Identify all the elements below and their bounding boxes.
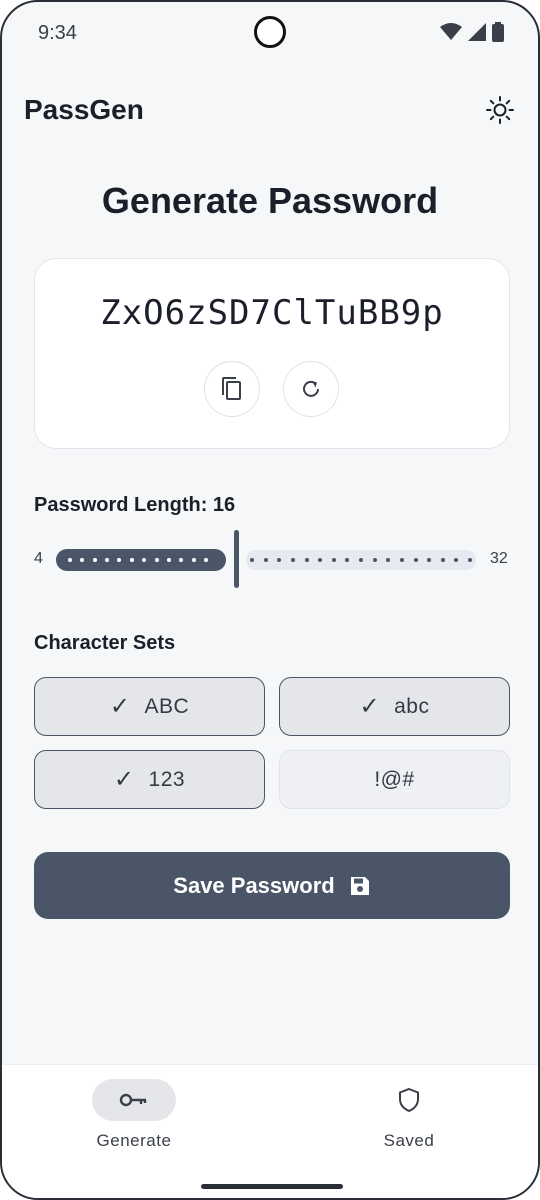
refresh-icon bbox=[303, 380, 319, 397]
slider-active-track[interactable] bbox=[56, 549, 226, 571]
check-icon: ✓ bbox=[113, 766, 135, 793]
save-button-label: Save Password bbox=[173, 872, 335, 898]
slider-min-label: 4 bbox=[34, 550, 43, 567]
password-card: ZxO6zSD7ClTuBB9p bbox=[34, 258, 510, 449]
slider-max-label: 32 bbox=[490, 550, 508, 567]
status-time: 9:34 bbox=[38, 22, 77, 44]
nav-saved[interactable]: Saved bbox=[329, 1079, 489, 1151]
signal-icon bbox=[468, 23, 486, 41]
chip-label: 123 bbox=[148, 767, 186, 791]
slider-thumb[interactable] bbox=[234, 530, 239, 588]
bottom-navigation: Generate Saved bbox=[2, 1064, 538, 1198]
status-bar: 9:34 bbox=[2, 2, 538, 66]
shield-icon bbox=[399, 1087, 419, 1113]
uppercase-toggle[interactable]: ✓ ABC bbox=[34, 677, 265, 736]
nav-generate-indicator bbox=[92, 1079, 176, 1121]
status-icons bbox=[440, 22, 504, 42]
sun-icon bbox=[486, 96, 514, 124]
copy-button[interactable] bbox=[204, 361, 260, 417]
regenerate-button[interactable] bbox=[283, 361, 339, 417]
active-track-dots bbox=[68, 549, 208, 571]
theme-toggle-button[interactable] bbox=[484, 94, 516, 126]
password-length-label: Password Length: 16 bbox=[34, 494, 236, 516]
app-title: PassGen bbox=[24, 94, 144, 125]
symbols-toggle[interactable]: !@# bbox=[279, 750, 510, 809]
home-indicator[interactable] bbox=[201, 1184, 343, 1189]
camera-cutout bbox=[254, 16, 286, 48]
page-title: Generate Password bbox=[101, 180, 439, 221]
inactive-track-dots bbox=[250, 550, 472, 570]
numbers-toggle[interactable]: ✓ 123 bbox=[34, 750, 265, 809]
nav-saved-label: Saved bbox=[383, 1131, 435, 1150]
save-icon bbox=[349, 875, 371, 897]
generated-password[interactable]: ZxO6zSD7ClTuBB9p bbox=[35, 293, 509, 333]
nav-saved-indicator bbox=[367, 1079, 451, 1121]
app-bar: PassGen bbox=[2, 82, 538, 138]
nav-generate-label: Generate bbox=[96, 1131, 172, 1150]
check-icon: ✓ bbox=[109, 693, 131, 720]
save-password-button[interactable]: Save Password bbox=[34, 852, 510, 919]
battery-icon bbox=[492, 22, 504, 42]
character-sets-label: Character Sets bbox=[34, 632, 176, 654]
chip-label: ABC bbox=[144, 694, 190, 718]
check-icon: ✓ bbox=[359, 693, 381, 720]
nav-generate[interactable]: Generate bbox=[54, 1079, 214, 1151]
phone-screen: 9:34 PassGen Generate Password ZxO6zSD7C… bbox=[0, 0, 540, 1200]
wifi-icon bbox=[440, 23, 462, 40]
chip-label: abc bbox=[394, 694, 430, 718]
lowercase-toggle[interactable]: ✓ abc bbox=[279, 677, 510, 736]
slider-inactive-track[interactable] bbox=[246, 550, 476, 570]
copy-icon bbox=[222, 377, 241, 400]
key-icon bbox=[119, 1093, 147, 1107]
chip-label: !@# bbox=[374, 767, 415, 791]
